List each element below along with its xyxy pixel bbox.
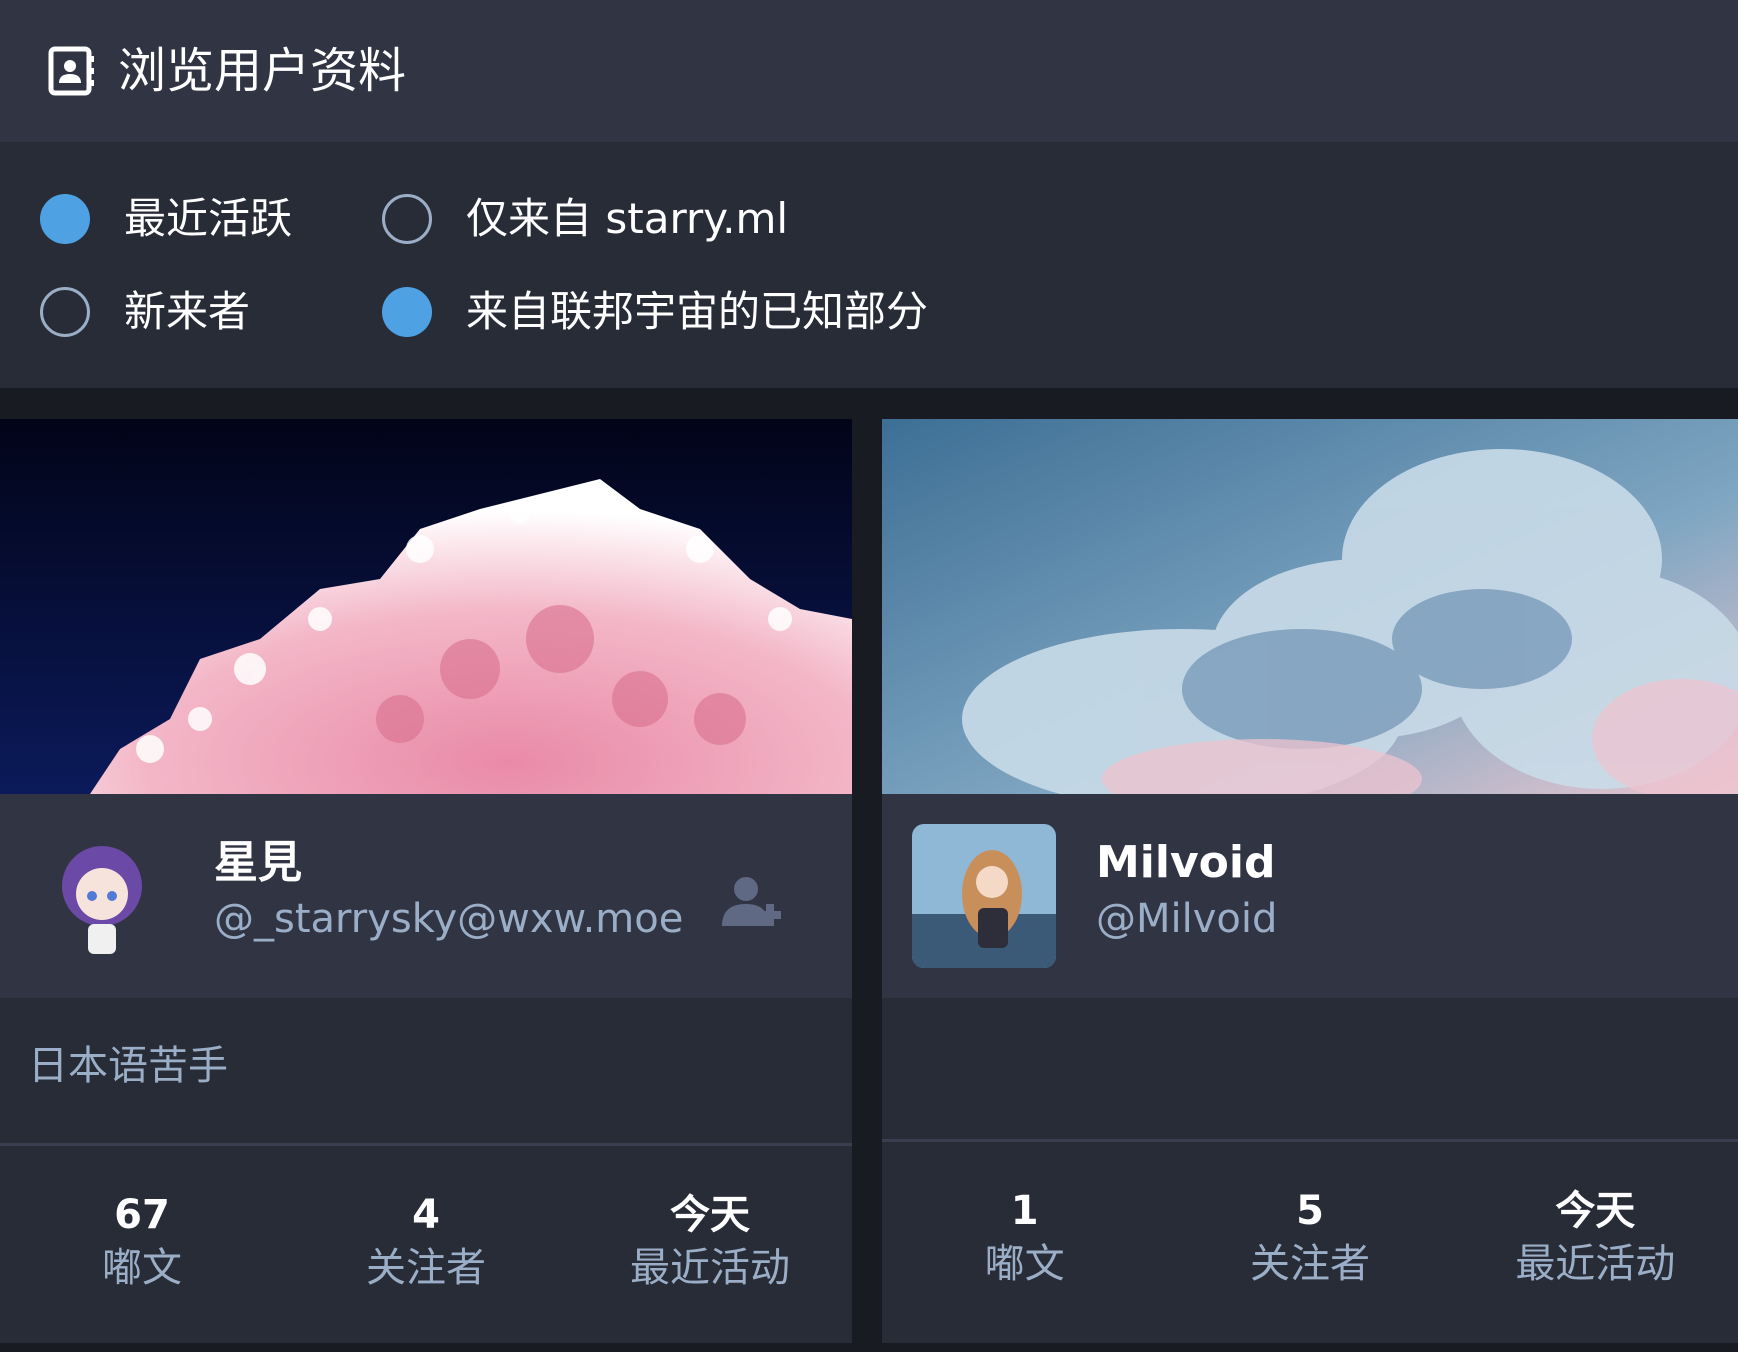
stat-value: 今天 <box>1555 1188 1636 1234</box>
header-banner <box>882 419 1738 794</box>
stat-value: 5 <box>1296 1188 1324 1234</box>
filter-label: 来自联邦宇宙的已知部分 <box>466 287 929 336</box>
filter-fediverse[interactable]: 来自联邦宇宙的已知部分 <box>382 284 928 340</box>
column-header: 浏览用户资料 <box>0 0 1738 142</box>
stat-followers[interactable]: 4 关注者 <box>284 1189 568 1319</box>
display-name[interactable]: Milvoid <box>1096 834 1275 892</box>
avatar[interactable] <box>912 824 1056 968</box>
stat-last-active: 今天 最近活动 <box>568 1189 852 1319</box>
page-title: 浏览用户资料 <box>118 43 407 99</box>
account-handle[interactable]: @Milvoid <box>1096 892 1277 946</box>
stat-label: 嘟文 <box>102 1245 182 1291</box>
display-name[interactable]: 星見 <box>214 834 302 892</box>
header-banner <box>0 419 852 794</box>
filter-label: 最近活跃 <box>124 194 293 243</box>
stat-followers[interactable]: 5 关注者 <box>1167 1185 1452 1315</box>
divider <box>882 1139 1738 1142</box>
filter-recently-active[interactable]: 最近活跃 <box>40 191 292 247</box>
stat-label: 嘟文 <box>984 1241 1065 1287</box>
radio-button-checked[interactable] <box>382 287 432 337</box>
stat-label: 最近活动 <box>1515 1241 1676 1287</box>
stat-last-active: 今天 最近活动 <box>1453 1185 1738 1315</box>
account-identity: 星見 @_starrysky@wxw.moe <box>0 794 852 998</box>
stat-label: 关注者 <box>366 1245 486 1291</box>
divider <box>0 1143 852 1146</box>
stat-value: 4 <box>412 1192 440 1238</box>
account-stats: 67 嘟文 4 关注者 今天 最近活动 <box>0 1189 852 1319</box>
stat-posts[interactable]: 1 嘟文 <box>882 1185 1167 1315</box>
avatar[interactable] <box>30 824 174 968</box>
stat-value: 1 <box>1010 1188 1039 1234</box>
filter-label: 新来者 <box>124 287 251 336</box>
stat-label: 关注者 <box>1249 1241 1370 1287</box>
user-plus-icon[interactable] <box>722 876 788 928</box>
stat-label: 最近活动 <box>630 1245 790 1291</box>
account-identity: Milvoid @Milvoid <box>882 794 1738 998</box>
directory-filters: 最近活跃 新来者 仅来自 starry.ml 来自联邦宇宙的已知部分 <box>0 142 1738 388</box>
stat-value: 今天 <box>670 1192 750 1238</box>
radio-button[interactable] <box>40 287 90 337</box>
account-card[interactable]: Milvoid @Milvoid 1 嘟文 5 关注者 今天 最近活动 <box>882 419 1738 1343</box>
filter-label: 仅来自 starry.ml <box>466 194 789 243</box>
filter-new-arrivals[interactable]: 新来者 <box>40 284 250 340</box>
account-card[interactable]: 星見 @_starrysky@wxw.moe 日本语苦手 67 嘟文 4 关注者… <box>0 419 852 1343</box>
radio-button-checked[interactable] <box>40 194 90 244</box>
account-stats: 1 嘟文 5 关注者 今天 最近活动 <box>882 1185 1738 1315</box>
address-book-icon <box>48 46 94 96</box>
filter-local-only[interactable]: 仅来自 starry.ml <box>382 191 788 247</box>
account-note: 日本语苦手 <box>28 1043 228 1089</box>
stat-value: 67 <box>114 1192 170 1238</box>
radio-button[interactable] <box>382 194 432 244</box>
stat-posts[interactable]: 67 嘟文 <box>0 1189 284 1319</box>
account-handle[interactable]: @_starrysky@wxw.moe <box>214 892 683 946</box>
